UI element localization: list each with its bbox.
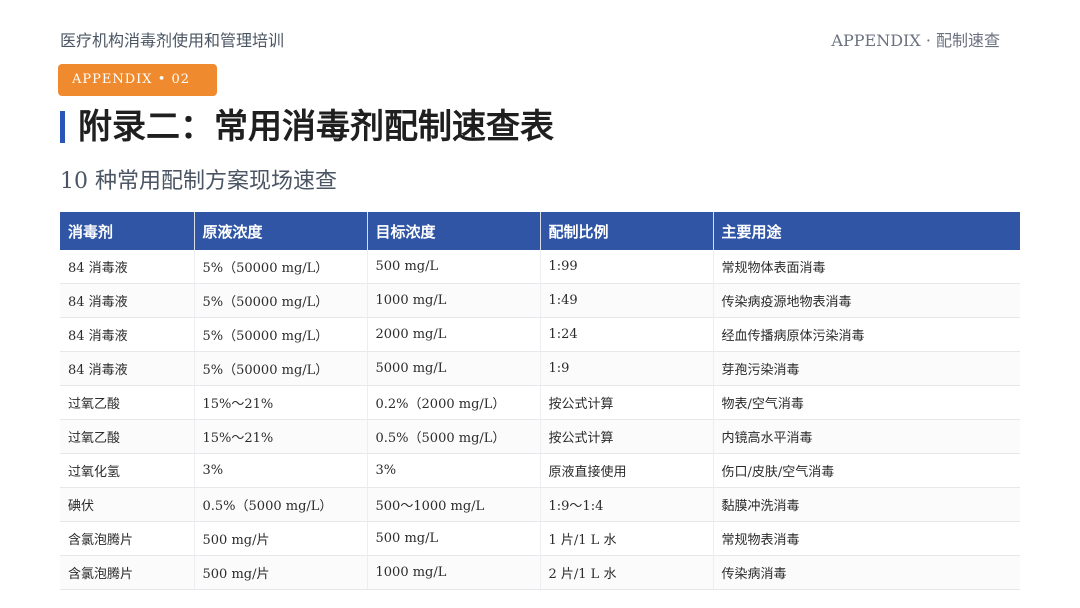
cell-stock: 15%～21% (194, 385, 368, 420)
cell-target: 2000 mg/L (367, 317, 541, 352)
cell-target: 0.2%（2000 mg/L） (367, 385, 541, 420)
cell-stock: 15%～21% (194, 419, 368, 454)
table-row: 碘伏 0.5%（5000 mg/L） 500～1000 mg/L 1:9～1:4… (60, 487, 1020, 522)
cell-stock: 500 mg/片 (194, 555, 368, 590)
cell-target: 5000 mg/L (367, 351, 541, 386)
column-header-target-concentration: 目标浓度 (367, 212, 541, 250)
cell-ratio: 2 片/1 L 水 (540, 555, 714, 590)
cell-target: 3% (367, 453, 541, 488)
cell-stock: 5%（50000 mg/L） (194, 283, 368, 318)
cell-target: 0.5%（5000 mg/L） (367, 419, 541, 454)
cell-disinfectant: 过氧化氢 (60, 453, 195, 488)
appendix-badge: APPENDIX • 02 (58, 64, 217, 96)
cell-target: 1000 mg/L (367, 283, 541, 318)
cell-target: 500 mg/L (367, 521, 541, 556)
table-row: 84 消毒液 5%（50000 mg/L） 1000 mg/L 1:49 传染病… (60, 283, 1020, 318)
cell-disinfectant: 84 消毒液 (60, 317, 195, 352)
cell-target: 500～1000 mg/L (367, 487, 541, 522)
cell-disinfectant: 过氧乙酸 (60, 419, 195, 454)
cell-ratio: 1:9～1:4 (540, 487, 714, 522)
cell-disinfectant: 含氯泡腾片 (60, 555, 195, 590)
table-row: 过氧化氢 3% 3% 原液直接使用 伤口/皮肤/空气消毒 (60, 453, 1020, 488)
cell-ratio: 按公式计算 (540, 419, 714, 454)
table-header-row: 消毒剂 原液浓度 目标浓度 配制比例 主要用途 (60, 212, 1020, 250)
column-header-stock-concentration: 原液浓度 (194, 212, 368, 250)
cell-usage: 黏膜冲洗消毒 (713, 487, 1020, 522)
cell-usage: 常规物体表面消毒 (713, 250, 1020, 284)
cell-stock: 500 mg/片 (194, 521, 368, 556)
page-title: 附录二：常用消毒剂配制速查表 (78, 107, 554, 147)
cell-usage: 经血传播病原体污染消毒 (713, 317, 1020, 352)
cell-usage: 物表/空气消毒 (713, 385, 1020, 420)
cell-stock: 3% (194, 453, 368, 488)
cell-ratio: 按公式计算 (540, 385, 714, 420)
cell-usage: 传染病消毒 (713, 555, 1020, 590)
cell-stock: 5%（50000 mg/L） (194, 317, 368, 352)
cell-usage: 内镜高水平消毒 (713, 419, 1020, 454)
title-accent-bar (60, 111, 65, 143)
column-header-usage: 主要用途 (713, 212, 1020, 250)
cell-usage: 伤口/皮肤/空气消毒 (713, 453, 1020, 488)
table-row: 84 消毒液 5%（50000 mg/L） 500 mg/L 1:99 常规物体… (60, 250, 1020, 284)
cell-target: 1000 mg/L (367, 555, 541, 590)
cell-disinfectant: 84 消毒液 (60, 283, 195, 318)
cell-ratio: 1:99 (540, 250, 714, 284)
table-row: 84 消毒液 5%（50000 mg/L） 5000 mg/L 1:9 芽孢污染… (60, 351, 1020, 386)
cell-stock: 0.5%（5000 mg/L） (194, 487, 368, 522)
table-row: 含氯泡腾片 500 mg/片 500 mg/L 1 片/1 L 水 常规物表消毒 (60, 521, 1020, 556)
cell-stock: 5%（50000 mg/L） (194, 351, 368, 386)
cell-ratio: 1 片/1 L 水 (540, 521, 714, 556)
course-title: 医疗机构消毒剂使用和管理培训 (60, 31, 285, 50)
table-row: 过氧乙酸 15%～21% 0.2%（2000 mg/L） 按公式计算 物表/空气… (60, 385, 1020, 420)
cell-usage: 传染病疫源地物表消毒 (713, 283, 1020, 318)
column-header-disinfectant: 消毒剂 (60, 212, 195, 250)
page-subtitle: 10 种常用配制方案现场速查 (60, 169, 337, 194)
cell-disinfectant: 含氯泡腾片 (60, 521, 195, 556)
cell-disinfectant: 碘伏 (60, 487, 195, 522)
cell-disinfectant: 过氧乙酸 (60, 385, 195, 420)
table-row: 含氯泡腾片 500 mg/片 1000 mg/L 2 片/1 L 水 传染病消毒 (60, 555, 1020, 590)
table-row: 过氧乙酸 15%～21% 0.5%（5000 mg/L） 按公式计算 内镜高水平… (60, 419, 1020, 454)
column-header-ratio: 配制比例 (540, 212, 714, 250)
cell-usage: 芽孢污染消毒 (713, 351, 1020, 386)
cell-disinfectant: 84 消毒液 (60, 351, 195, 386)
cell-ratio: 1:49 (540, 283, 714, 318)
cell-ratio: 原液直接使用 (540, 453, 714, 488)
cell-stock: 5%（50000 mg/L） (194, 250, 368, 284)
dilution-table: 消毒剂 原液浓度 目标浓度 配制比例 主要用途 84 消毒液 5%（50000 … (60, 212, 1020, 590)
cell-disinfectant: 84 消毒液 (60, 250, 195, 284)
cell-ratio: 1:9 (540, 351, 714, 386)
table-row: 84 消毒液 5%（50000 mg/L） 2000 mg/L 1:24 经血传… (60, 317, 1020, 352)
cell-target: 500 mg/L (367, 250, 541, 284)
cell-ratio: 1:24 (540, 317, 714, 352)
section-label: APPENDIX · 配制速查 (831, 31, 1000, 50)
cell-usage: 常规物表消毒 (713, 521, 1020, 556)
